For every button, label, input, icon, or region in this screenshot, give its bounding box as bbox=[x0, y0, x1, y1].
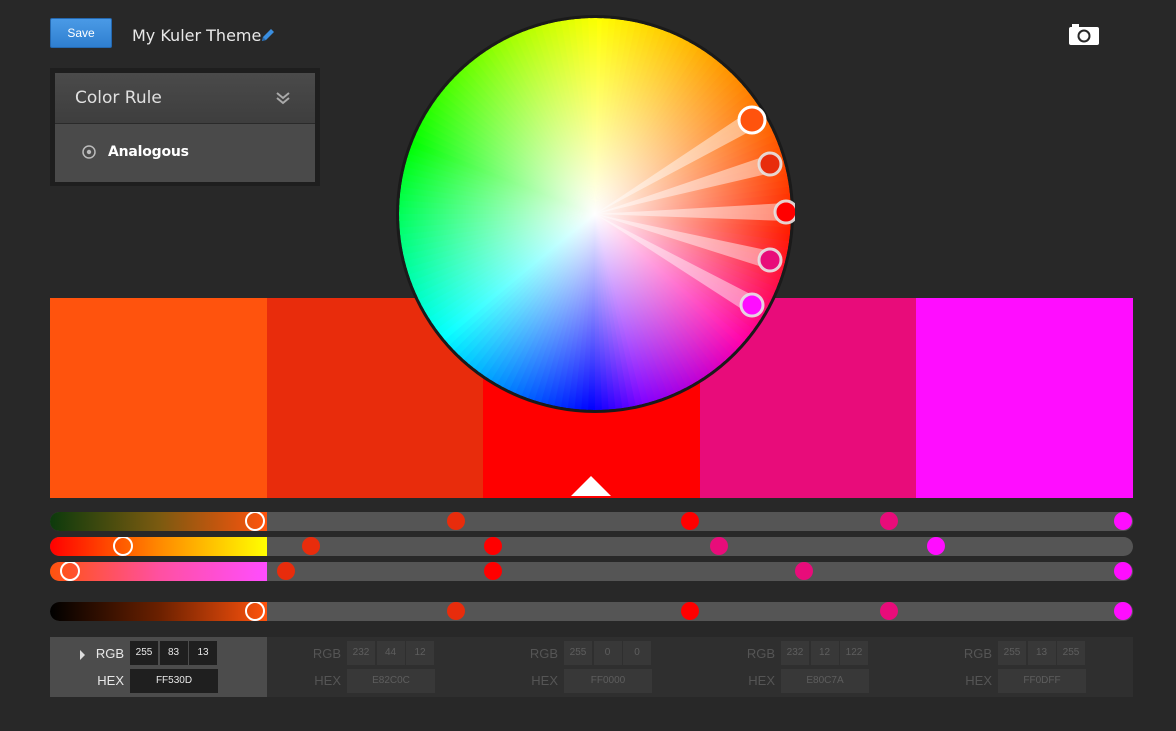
green-value-input[interactable]: 13 bbox=[1027, 641, 1056, 665]
green-value-input[interactable]: 83 bbox=[159, 641, 188, 665]
slider-knob[interactable] bbox=[484, 537, 502, 555]
slider-knob[interactable] bbox=[880, 602, 898, 620]
save-button[interactable]: Save bbox=[50, 18, 112, 48]
hex-value-input[interactable]: FF0DFF bbox=[998, 669, 1086, 693]
slider-knob[interactable] bbox=[1114, 512, 1132, 530]
blue-value-input[interactable]: 0 bbox=[623, 641, 651, 665]
rgb-label: RGB bbox=[529, 646, 558, 661]
slider-knob[interactable] bbox=[447, 602, 465, 620]
slider-knob[interactable] bbox=[927, 537, 945, 555]
slider-knob[interactable] bbox=[302, 537, 320, 555]
rule-option-label: Analogous bbox=[108, 144, 189, 160]
color-rule-title: Color Rule bbox=[75, 88, 162, 108]
red-value-input[interactable]: 255 bbox=[130, 641, 158, 665]
slider-knob[interactable] bbox=[60, 562, 80, 581]
camera-icon[interactable] bbox=[1068, 22, 1100, 46]
slider-track-fill bbox=[50, 562, 267, 581]
color-slider-4[interactable] bbox=[50, 602, 1133, 621]
hex-value-input[interactable]: FF530D bbox=[130, 669, 218, 693]
wheel-color-handle[interactable] bbox=[757, 247, 783, 273]
rgb-label: RGB bbox=[95, 646, 124, 661]
slider-knob[interactable] bbox=[245, 602, 265, 621]
double-chevron-down-icon[interactable] bbox=[275, 90, 291, 106]
red-value-input[interactable]: 255 bbox=[564, 641, 592, 665]
color-values-column: RGB 255 13 255 HEX FF0DFF bbox=[918, 637, 1135, 697]
color-values-column: RGB 232 44 12 HEX E82C0C bbox=[267, 637, 484, 697]
wheel-color-handle[interactable] bbox=[737, 105, 767, 135]
blue-value-input[interactable]: 255 bbox=[1057, 641, 1085, 665]
color-rule-header[interactable]: Color Rule bbox=[55, 73, 315, 124]
pencil-icon[interactable] bbox=[259, 26, 277, 44]
red-value-input[interactable]: 232 bbox=[347, 641, 375, 665]
red-value-input[interactable]: 232 bbox=[781, 641, 809, 665]
slider-knob[interactable] bbox=[681, 602, 699, 620]
wheel-color-handle[interactable] bbox=[739, 292, 765, 318]
color-slider-1[interactable] bbox=[50, 512, 1133, 531]
wheel-color-handle[interactable] bbox=[773, 199, 799, 225]
slider-knob[interactable] bbox=[447, 512, 465, 530]
slider-track-fill bbox=[50, 602, 267, 621]
hex-value-input[interactable]: E82C0C bbox=[347, 669, 435, 693]
green-value-input[interactable]: 12 bbox=[810, 641, 839, 665]
radio-icon[interactable] bbox=[82, 145, 96, 159]
color-values-column: RGB 255 0 0 HEX FF0000 bbox=[484, 637, 701, 697]
wheel-color-handle[interactable] bbox=[757, 151, 783, 177]
slider-knob[interactable] bbox=[113, 537, 133, 556]
green-value-input[interactable]: 44 bbox=[376, 641, 405, 665]
rgb-label: RGB bbox=[963, 646, 992, 661]
hex-label: HEX bbox=[314, 673, 341, 688]
color-swatch[interactable] bbox=[916, 298, 1133, 498]
active-swatch-indicator bbox=[571, 476, 611, 496]
slider-knob[interactable] bbox=[1114, 562, 1132, 580]
color-rule-panel: Color Rule Analogous bbox=[50, 68, 320, 186]
slider-knob[interactable] bbox=[795, 562, 813, 580]
slider-knob[interactable] bbox=[484, 562, 502, 580]
theme-title[interactable]: My Kuler Theme bbox=[132, 26, 261, 45]
color-values-bar: RGB 255 83 13 HEX FF530D RGB 232 44 12 HEX E82C0C RG… bbox=[50, 637, 1133, 697]
slider-knob[interactable] bbox=[1114, 602, 1132, 620]
color-slider-2[interactable] bbox=[50, 537, 1133, 556]
slider-knob[interactable] bbox=[245, 512, 265, 531]
color-wheel[interactable] bbox=[395, 14, 799, 414]
blue-value-input[interactable]: 13 bbox=[189, 641, 217, 665]
color-swatch[interactable] bbox=[50, 298, 267, 498]
hex-value-input[interactable]: FF0000 bbox=[564, 669, 652, 693]
hex-label: HEX bbox=[965, 673, 992, 688]
color-values-column: RGB 232 12 122 HEX E80C7A bbox=[701, 637, 918, 697]
color-rule-body: Analogous bbox=[55, 124, 315, 182]
hex-label: HEX bbox=[748, 673, 775, 688]
hex-value-input[interactable]: E80C7A bbox=[781, 669, 869, 693]
hex-label: HEX bbox=[531, 673, 558, 688]
slider-knob[interactable] bbox=[277, 562, 295, 580]
slider-track-fill bbox=[50, 537, 267, 556]
hex-label: HEX bbox=[97, 673, 124, 688]
slider-knob[interactable] bbox=[710, 537, 728, 555]
rgb-label: RGB bbox=[312, 646, 341, 661]
blue-value-input[interactable]: 122 bbox=[840, 641, 868, 665]
slider-knob[interactable] bbox=[880, 512, 898, 530]
red-value-input[interactable]: 255 bbox=[998, 641, 1026, 665]
slider-track-fill bbox=[50, 512, 267, 531]
color-values-column: RGB 255 83 13 HEX FF530D bbox=[50, 637, 267, 697]
blue-value-input[interactable]: 12 bbox=[406, 641, 434, 665]
slider-knob[interactable] bbox=[681, 512, 699, 530]
color-slider-3[interactable] bbox=[50, 562, 1133, 581]
green-value-input[interactable]: 0 bbox=[593, 641, 622, 665]
rule-option-analogous[interactable]: Analogous bbox=[82, 144, 189, 160]
rgb-label: RGB bbox=[746, 646, 775, 661]
